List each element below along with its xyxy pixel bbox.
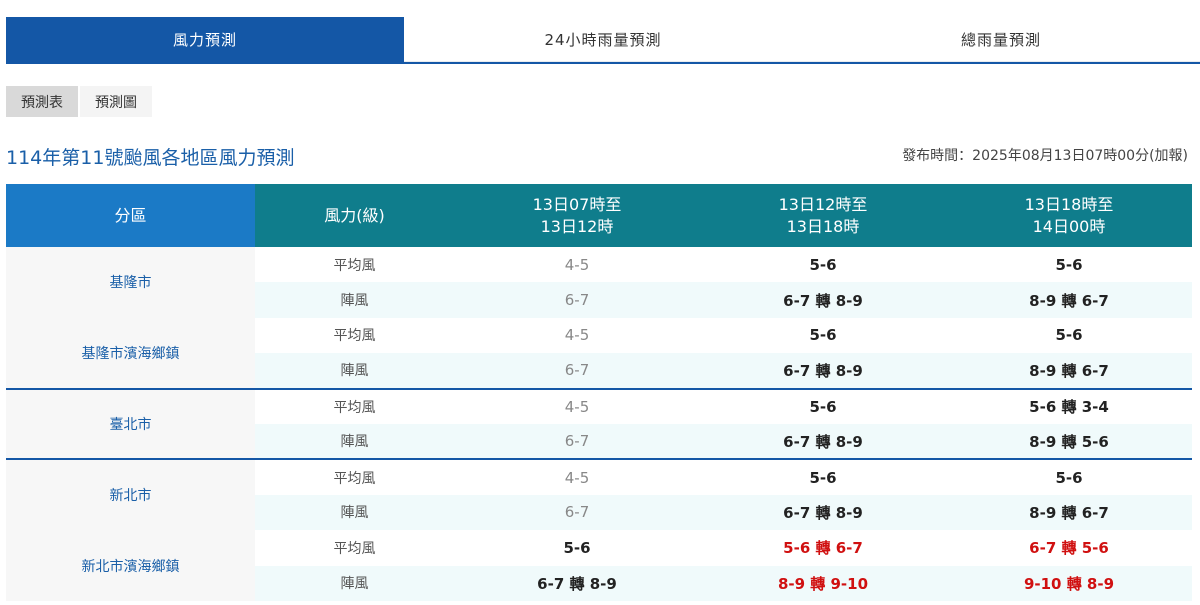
wind-value: 5-6: [946, 317, 1192, 354]
wind-type: 平均風: [255, 530, 454, 566]
header-area: 分區: [6, 184, 255, 247]
wind-forecast-table: 分區 風力(級) 13日07時至 13日12時 13日12時至 13日18時 13日…: [6, 184, 1192, 601]
table-row: 新北市 平均風 4-5 5-6 5-6: [6, 458, 1192, 531]
map-view-button[interactable]: 預測圖: [80, 86, 152, 117]
view-toggle: 預測表 預測圖: [6, 86, 152, 117]
issued-time: 發布時間：2025年08月13日07時00分(加報): [902, 148, 1188, 164]
region-name: 基隆市: [6, 247, 255, 318]
page-title: 114年第11號颱風各地區風力預測: [6, 147, 295, 169]
wind-value: 6-7 轉 8-9: [700, 353, 946, 389]
wind-value: 6-7 轉 8-9: [700, 494, 946, 531]
wind-value: 4-5: [454, 317, 700, 354]
wind-type: 陣風: [255, 494, 454, 531]
table-body: 基隆市 平均風 4-5 5-6 5-6 陣風 6-7 6-7 轉 8-9 8-9 轉 6-7 基隆…: [6, 247, 1192, 601]
wind-value: 8-9 轉 5-6: [946, 423, 1192, 460]
table-row: 臺北市 平均風 4-5 5-6 5-6 轉 3-4: [6, 387, 1192, 460]
table-row: 基隆市濱海鄉鎮 平均風 4-5 5-6 5-6: [6, 317, 1192, 389]
tab-total-rain-forecast[interactable]: 總雨量預測: [802, 17, 1200, 62]
table-row: 新北市濱海鄉鎮 平均風 5-6 5-6 轉 6-7 6-7 轉 5-6: [6, 530, 1192, 601]
wind-value: 4-5: [454, 387, 700, 424]
region-name: 基隆市濱海鄉鎮: [6, 317, 255, 389]
header-period-3: 13日18時至 14日00時: [946, 184, 1192, 247]
main-tabs: 風力預測 24小時雨量預測 總雨量預測: [6, 17, 1200, 64]
tab-24h-rain-forecast[interactable]: 24小時雨量預測: [404, 17, 802, 62]
wind-value: 5-6: [700, 317, 946, 354]
wind-value: 6-7 轉 5-6: [946, 530, 1192, 566]
wind-value: 5-6 轉 6-7: [700, 530, 946, 566]
region-name: 新北市濱海鄉鎮: [6, 530, 255, 601]
wind-value: 4-5: [454, 247, 700, 283]
wind-value: 6-7 轉 8-9: [700, 423, 946, 460]
wind-value: 8-9 轉 9-10: [700, 565, 946, 601]
wind-type: 平均風: [255, 387, 454, 424]
wind-value: 9-10 轉 8-9: [946, 565, 1192, 601]
table-row: 基隆市 平均風 4-5 5-6 5-6: [6, 247, 1192, 318]
wind-value: 8-9 轉 6-7: [946, 494, 1192, 531]
wind-type: 陣風: [255, 565, 454, 601]
header-period-1: 13日07時至 13日12時: [454, 184, 700, 247]
wind-type: 陣風: [255, 353, 454, 389]
wind-value: 8-9 轉 6-7: [946, 353, 1192, 389]
wind-value: 6-7 轉 8-9: [454, 565, 700, 601]
wind-value: 5-6: [946, 458, 1192, 495]
tab-wind-forecast[interactable]: 風力預測: [6, 17, 404, 62]
wind-value: 5-6: [700, 387, 946, 424]
region-name: 新北市: [6, 458, 255, 531]
wind-type: 平均風: [255, 317, 454, 354]
wind-value: 5-6: [946, 247, 1192, 283]
wind-value: 8-9 轉 6-7: [946, 282, 1192, 318]
wind-value: 4-5: [454, 458, 700, 495]
wind-type: 平均風: [255, 458, 454, 495]
wind-value: 5-6: [700, 247, 946, 283]
wind-value: 6-7: [454, 353, 700, 389]
header-wind-level: 風力(級): [255, 184, 454, 247]
wind-value: 6-7: [454, 494, 700, 531]
table-header-row: 分區 風力(級) 13日07時至 13日12時 13日12時至 13日18時 13日…: [6, 184, 1192, 247]
wind-value: 6-7: [454, 282, 700, 318]
wind-type: 陣風: [255, 423, 454, 460]
header-period-2: 13日12時至 13日18時: [700, 184, 946, 247]
region-name: 臺北市: [6, 387, 255, 460]
wind-value: 5-6: [700, 458, 946, 495]
wind-value: 5-6 轉 3-4: [946, 387, 1192, 424]
table-view-button[interactable]: 預測表: [6, 86, 78, 117]
wind-type: 陣風: [255, 282, 454, 318]
wind-type: 平均風: [255, 247, 454, 283]
wind-value: 6-7: [454, 423, 700, 460]
wind-value: 5-6: [454, 530, 700, 566]
wind-value: 6-7 轉 8-9: [700, 282, 946, 318]
